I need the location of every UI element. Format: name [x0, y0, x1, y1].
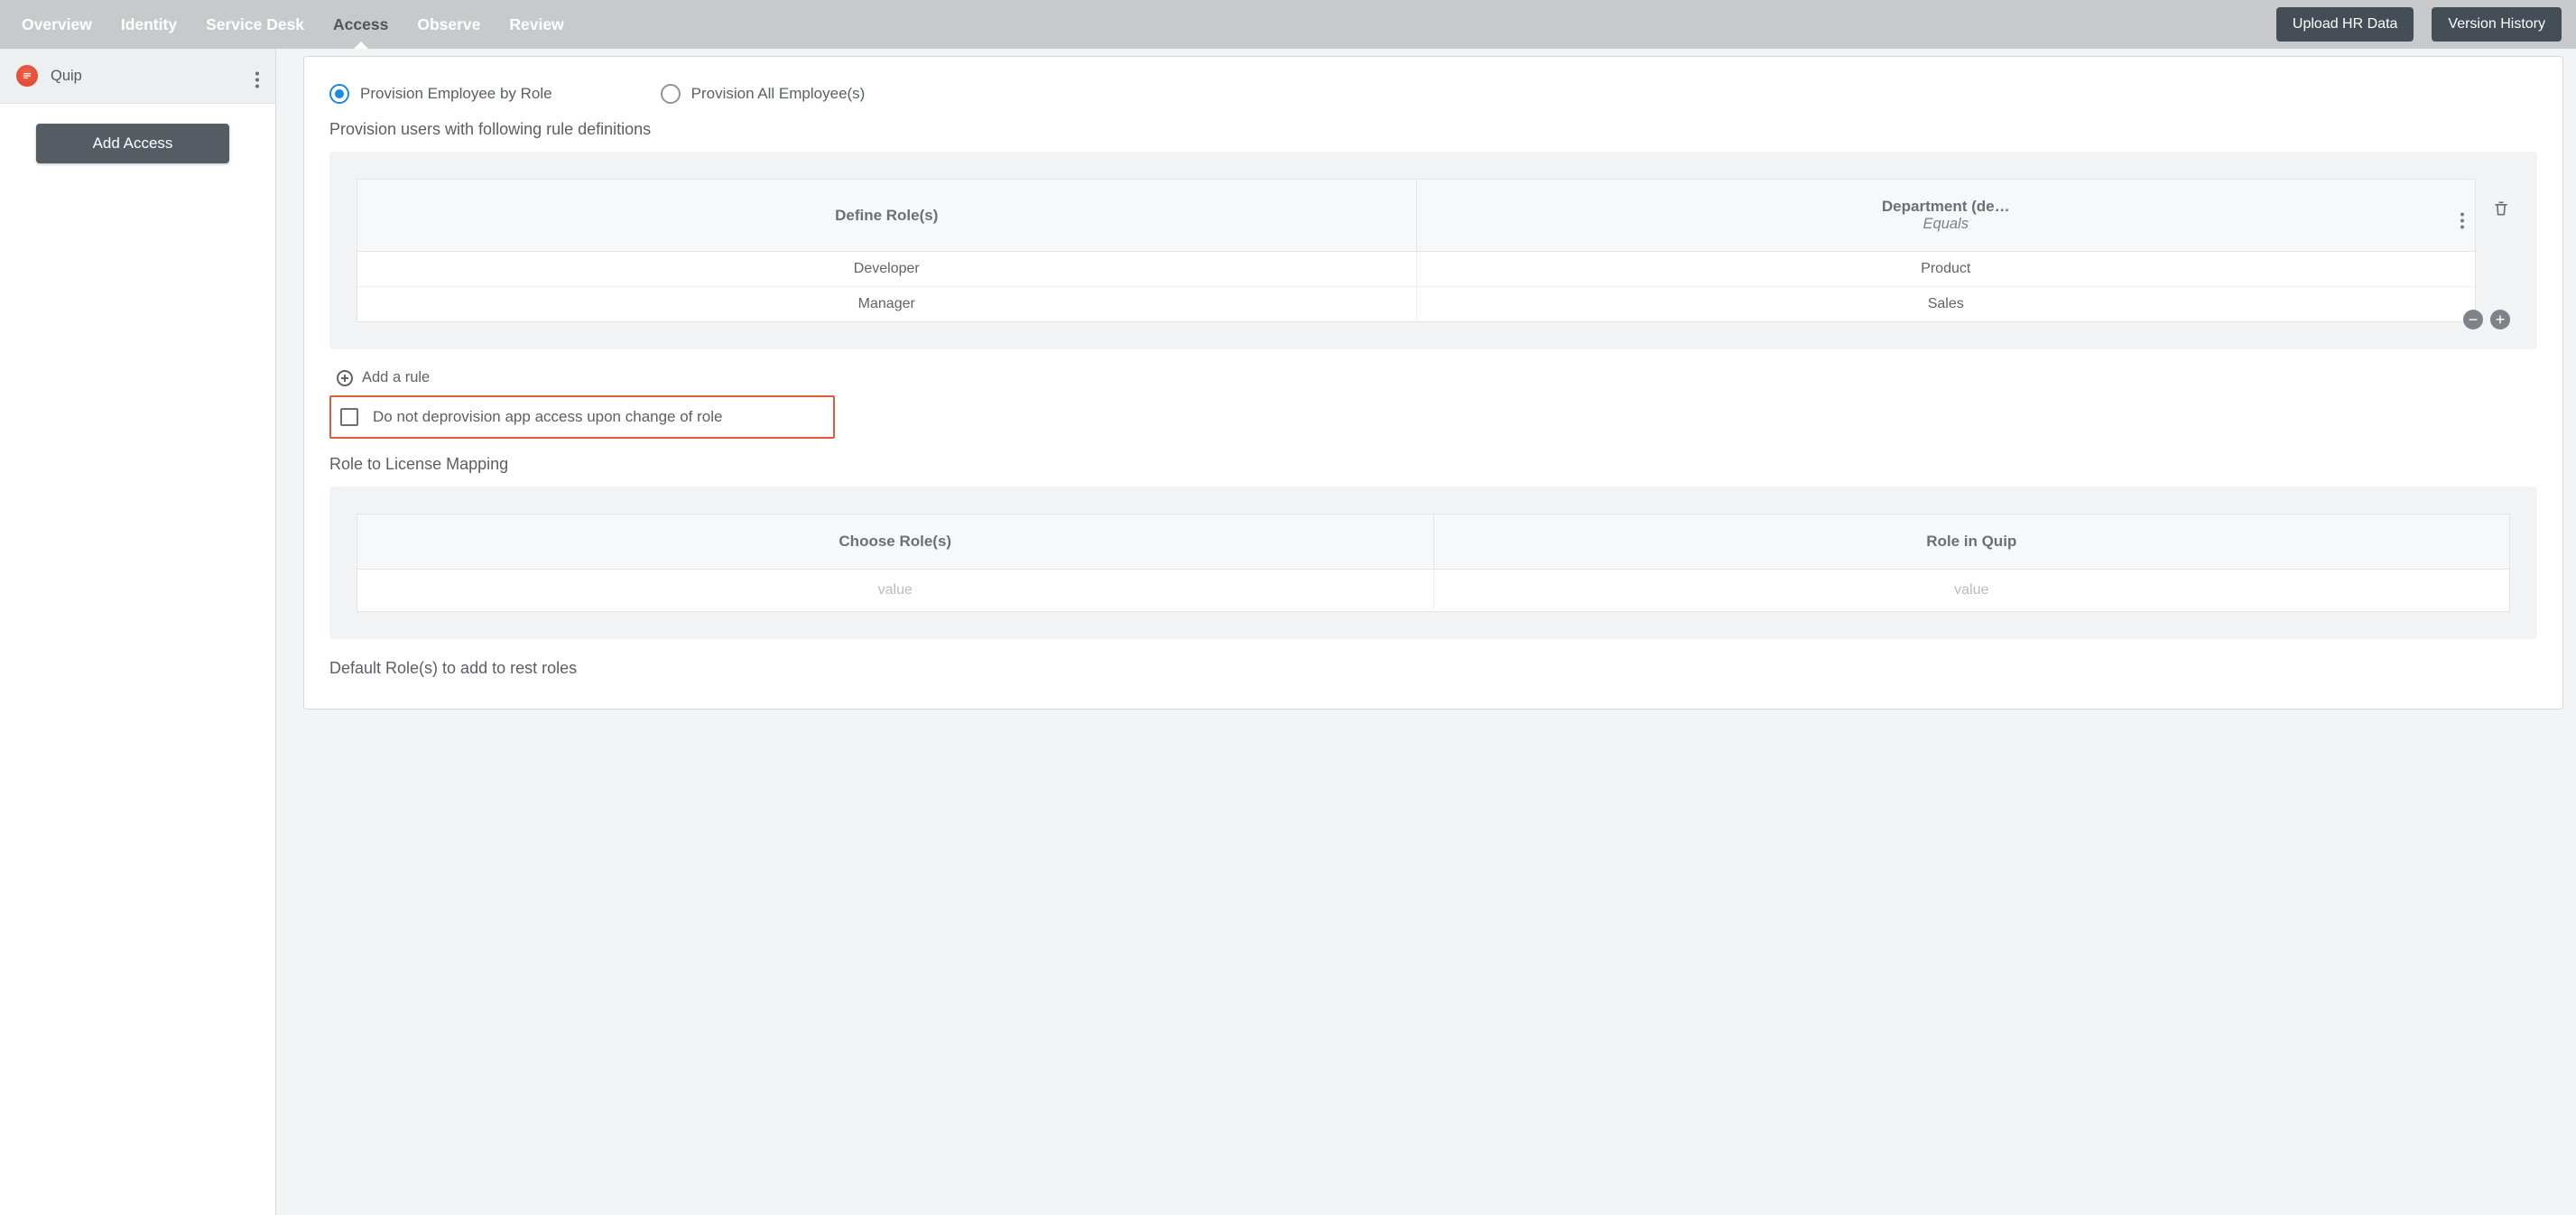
provision-rules-title: Provision users with following rule defi… [329, 120, 2537, 139]
tab-overview[interactable]: Overview [7, 0, 107, 49]
delete-rule-button[interactable] [2492, 199, 2510, 223]
radio-label: Provision Employee by Role [360, 85, 552, 103]
remove-row-button[interactable]: − [2463, 310, 2483, 329]
vertical-dots-icon [2460, 212, 2464, 228]
map-col-choose-roles: Choose Role(s) [357, 515, 1434, 570]
add-rule-label: Add a rule [362, 369, 430, 386]
sidebar: Quip Add Access [0, 49, 276, 1215]
map-cell-approle[interactable]: value [1433, 570, 2510, 612]
rule-col-department: Department (de… Equals [1416, 180, 2475, 252]
sidebar-item-quip[interactable]: Quip [0, 49, 275, 104]
radio-icon [661, 84, 681, 104]
role-license-mapping-table: Choose Role(s) Role in Quip value value [357, 514, 2510, 612]
cell-dept[interactable]: Sales [1416, 287, 2475, 322]
tab-access[interactable]: Access [319, 0, 403, 49]
sidebar-item-label: Quip [51, 68, 82, 85]
topbar: Overview Identity Service Desk Access Ob… [0, 0, 2576, 49]
tab-service-desk[interactable]: Service Desk [191, 0, 319, 49]
cell-role[interactable]: Developer [357, 252, 1416, 287]
add-row-button[interactable]: + [2490, 310, 2510, 329]
table-row: Developer Product [357, 252, 2475, 287]
deprovision-checkbox-label: Do not deprovision app access upon chang… [373, 408, 722, 426]
main-content: Provision Employee by Role Provision All… [276, 49, 2576, 1215]
version-history-button[interactable]: Version History [2432, 7, 2562, 42]
radio-label: Provision All Employee(s) [691, 85, 866, 103]
vertical-dots-icon [255, 72, 259, 88]
rule-col-roles: Define Role(s) [357, 180, 1416, 252]
tab-review[interactable]: Review [495, 0, 578, 49]
role-license-mapping-title: Role to License Mapping [329, 455, 2537, 474]
add-rule-button[interactable]: Add a rule [337, 369, 2537, 386]
provision-mode-radios: Provision Employee by Role Provision All… [329, 84, 2537, 104]
sidebar-item-menu-icon[interactable] [255, 64, 259, 88]
plus-circle-icon [337, 370, 353, 386]
radio-provision-by-role[interactable]: Provision Employee by Role [329, 84, 552, 104]
tab-identity[interactable]: Identity [107, 0, 191, 49]
trash-icon [2492, 199, 2510, 218]
add-access-button[interactable]: Add Access [36, 124, 229, 163]
map-col-role-in-app: Role in Quip [1433, 515, 2510, 570]
upload-hr-data-button[interactable]: Upload HR Data [2276, 7, 2414, 42]
deprovision-checkbox-row[interactable]: Do not deprovision app access upon chang… [329, 395, 835, 439]
map-cell-role[interactable]: value [357, 570, 1434, 612]
table-row: Manager Sales [357, 287, 2475, 322]
topnav-tabs: Overview Identity Service Desk Access Ob… [7, 0, 579, 49]
role-license-mapping-box: Choose Role(s) Role in Quip value value [329, 487, 2537, 639]
table-row: value value [357, 570, 2510, 612]
tab-observe[interactable]: Observe [403, 0, 495, 49]
quip-app-icon [16, 65, 38, 87]
cell-dept[interactable]: Product [1416, 252, 2475, 287]
default-roles-title: Default Role(s) to add to rest roles [329, 659, 2537, 678]
radio-icon [329, 84, 349, 104]
rule-definitions-table: Define Role(s) Department (de… Equals [357, 179, 2476, 322]
access-config-panel: Provision Employee by Role Provision All… [303, 56, 2563, 710]
column-menu-button[interactable] [2460, 202, 2464, 228]
checkbox-icon [340, 408, 358, 426]
cell-role[interactable]: Manager [357, 287, 1416, 322]
rule-definitions-box: Define Role(s) Department (de… Equals [329, 152, 2537, 349]
radio-provision-all[interactable]: Provision All Employee(s) [661, 84, 866, 104]
